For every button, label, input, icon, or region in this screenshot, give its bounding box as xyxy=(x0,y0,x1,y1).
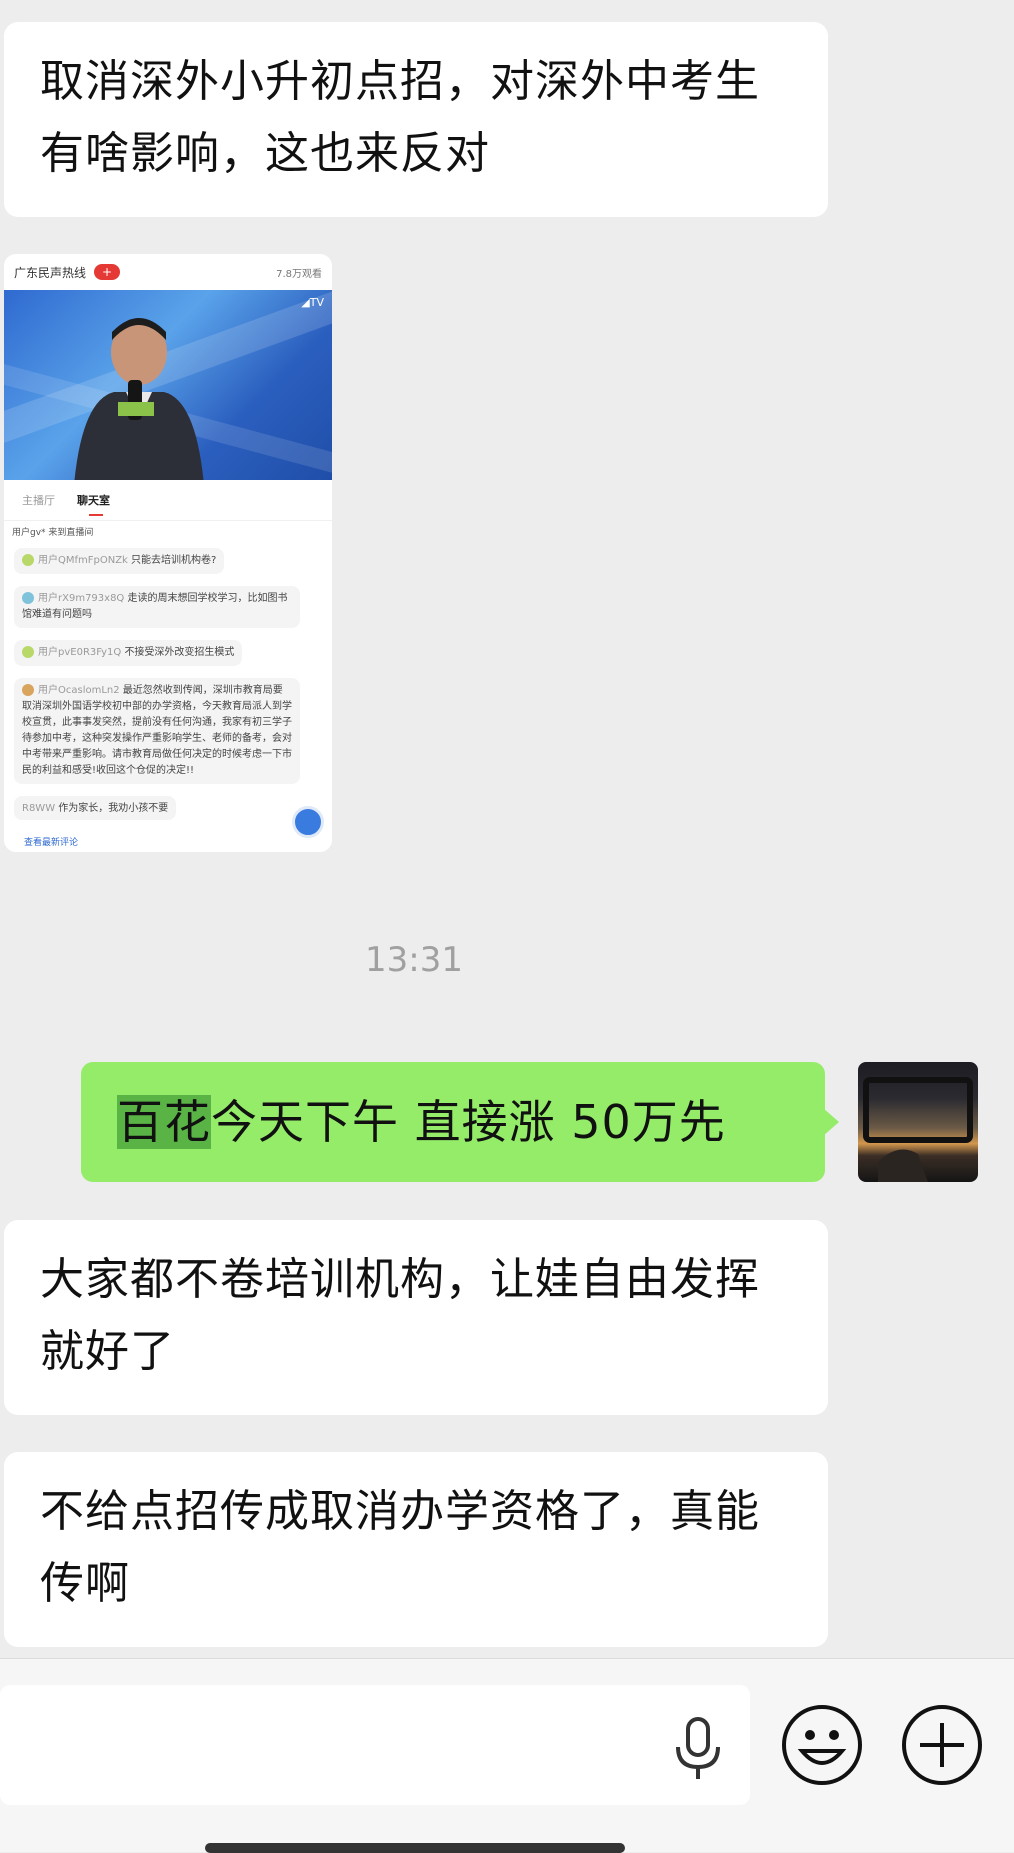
avatar-photo xyxy=(863,1077,973,1182)
join-notice: 用户gv* 来到直播间 xyxy=(12,528,94,538)
image-message[interactable]: 广东民声热线 + 7.8万观看 ◢TV 主播厅 聊天室 用户gv* 来到直播间 … xyxy=(4,254,332,852)
tab-host: 主播厅 xyxy=(22,494,55,507)
avatar[interactable] xyxy=(858,1062,978,1182)
message-input[interactable] xyxy=(0,1685,750,1805)
comment-item: 用户pvE0R3Fy1Q 不接受深外改变招生模式 xyxy=(14,640,243,666)
outgoing-text: 今天下午 直接涨 50万先 xyxy=(211,1095,726,1149)
plus-circle-icon[interactable] xyxy=(900,1703,984,1787)
incoming-message-2[interactable]: 大家都不卷培训机构，让娃自由发挥就好了 xyxy=(4,1220,828,1415)
tv-logo-icon: ◢TV xyxy=(301,296,324,309)
message-timestamp: 13:31 xyxy=(365,940,463,980)
input-bar xyxy=(0,1658,1014,1853)
highlighted-text: 百花 xyxy=(117,1095,211,1149)
channel-name: 广东民声热线 xyxy=(14,265,87,280)
tab-chat: 聊天室 xyxy=(77,494,110,516)
comment-item: 用户QMfmFpONZk 只能去培训机构卷? xyxy=(14,548,225,574)
live-badge-icon: + xyxy=(94,264,121,280)
comment-item: 用户OcaslomLn2 最近忽然收到传闻，深圳市教育局要取消深圳外国语学校初中… xyxy=(14,678,300,784)
live-stream-header: 广东民声热线 + 7.8万观看 xyxy=(4,254,332,290)
incoming-message-3[interactable]: 不给点招传成取消办学资格了，真能传啊 xyxy=(4,1452,828,1647)
speaker-figure xyxy=(74,318,204,480)
latest-comments-link: 查看最新评论 xyxy=(24,838,79,848)
home-indicator xyxy=(205,1843,625,1853)
incoming-message-1[interactable]: 取消深外小升初点招，对深外中考生有啥影响，这也来反对 xyxy=(4,22,828,217)
video-frame: ◢TV xyxy=(4,290,332,480)
microphone-icon[interactable] xyxy=(668,1715,728,1785)
emoji-icon[interactable] xyxy=(780,1703,864,1787)
outgoing-message[interactable]: 百花今天下午 直接涨 50万先 xyxy=(81,1062,839,1182)
stream-tabs: 主播厅 聊天室 xyxy=(4,480,332,521)
comment-item: R8WW 作为家长，我劝小孩不要 xyxy=(14,796,177,820)
comment-item: 用户rX9m793x8Q 走读的周末想回学校学习，比如图书馆难道有问题吗 xyxy=(14,586,300,628)
floating-action-icon xyxy=(292,806,324,838)
view-count: 7.8万观看 xyxy=(276,268,322,280)
